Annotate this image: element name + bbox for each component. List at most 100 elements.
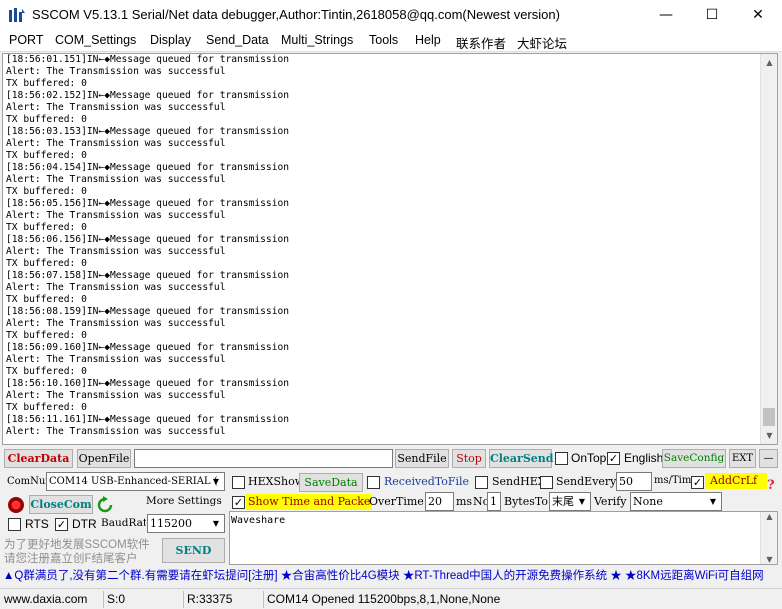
log-line: Alert: The Transmission was successful [6, 282, 226, 293]
log-line: [18:56:02.152]IN←◆Message queued for tra… [6, 90, 290, 101]
ticker-text: ▲Q群满员了,没有第二个群.有需要请在虾坛提问[注册] ★合宙高性价比4G模块 … [3, 570, 764, 582]
title-bar: SSCOM V5.13.1 Serial/Net data debugger,A… [0, 0, 782, 30]
ext-button[interactable]: EXT [729, 449, 756, 468]
scroll-down-icon[interactable]: ▼ [761, 555, 778, 564]
open-file-button[interactable]: OpenFile [77, 449, 131, 468]
comnum-select[interactable]: COM14 USB-Enhanced-SERIAL ( ▼ [46, 472, 225, 491]
chevron-down-icon: ▼ [212, 519, 220, 528]
menu-com-settings[interactable]: COM_Settings [55, 33, 136, 47]
scroll-down-icon[interactable]: ▼ [761, 427, 777, 444]
received-to-file-label: ReceivedToFile [384, 475, 470, 488]
ms-label: ms [456, 495, 473, 508]
log-line: Alert: The Transmission was successful [6, 246, 226, 257]
menu-display[interactable]: Display [150, 33, 191, 47]
baudrate-value: 115200 [150, 517, 192, 530]
app-icon [9, 8, 25, 22]
send-scrollbar[interactable]: ▲ ▼ [760, 512, 777, 564]
hexshow-label: HEXShow [248, 475, 305, 488]
log-text: [18:56:01.151]IN←◆Message queued for tra… [6, 54, 289, 438]
status-sent: S:0 [103, 591, 181, 608]
status-port: COM14 Opened 115200bps,8,1,None,None [263, 591, 779, 608]
refresh-icon[interactable] [97, 496, 113, 514]
rts-label: RTS [25, 517, 49, 531]
rts-checkbox[interactable] [8, 518, 21, 531]
maximize-button[interactable]: ☐ [689, 0, 735, 30]
log-line: Alert: The Transmission was successful [6, 174, 226, 185]
show-time-checkbox[interactable]: ✓ [232, 496, 245, 509]
log-line: Alert: The Transmission was successful [6, 138, 226, 149]
close-com-button[interactable]: CloseCom [29, 495, 93, 514]
status-site[interactable]: www.daxia.com [1, 591, 101, 608]
log-line: TX buffered: 0 [6, 114, 87, 125]
dtr-checkbox[interactable]: ✓ [55, 518, 68, 531]
bytes-to-value: 末尾 [552, 495, 574, 508]
ontop-checkbox[interactable] [555, 452, 568, 465]
sendhex-checkbox[interactable] [475, 476, 488, 489]
add-crlf-label: AddCrLf [705, 473, 767, 489]
verify-select[interactable]: None ▼ [630, 492, 722, 511]
log-scrollbar[interactable]: ▲ ▼ [760, 54, 777, 444]
menu-bar: PORT COM_Settings Display Send_Data Mult… [0, 30, 782, 52]
receive-log[interactable]: [18:56:01.151]IN←◆Message queued for tra… [2, 53, 778, 445]
more-settings-link[interactable]: More Settings [146, 495, 222, 507]
verify-value: None [633, 495, 663, 508]
chevron-down-icon: ▼ [709, 497, 717, 506]
bytes-to-label: BytesTo [504, 495, 548, 508]
received-to-file-checkbox[interactable] [367, 476, 380, 489]
menu-multi-strings[interactable]: Multi_Strings [281, 33, 353, 47]
log-line: Alert: The Transmission was successful [6, 66, 226, 77]
send-every-label: SendEvery: [556, 475, 621, 488]
promo-text[interactable]: 为了更好地发展SSCOM软件 请您注册嘉立创F结尾客户 [4, 538, 150, 566]
news-ticker[interactable]: ▲Q群满员了,没有第二个群.有需要请在虾坛提问[注册] ★合宙高性价比4G模块 … [0, 566, 782, 586]
menu-contact-author[interactable]: 联系作者 [456, 33, 506, 52]
log-line: TX buffered: 0 [6, 258, 87, 269]
collapse-button[interactable]: — [759, 449, 778, 468]
save-config-button[interactable]: SaveConfig [662, 449, 726, 468]
scroll-up-icon[interactable]: ▲ [761, 54, 777, 71]
minimize-button[interactable]: — [643, 0, 689, 30]
file-path-input[interactable] [134, 449, 393, 468]
clear-data-button[interactable]: ClearData [4, 449, 73, 468]
english-checkbox[interactable]: ✓ [607, 452, 620, 465]
close-button[interactable]: ✕ [735, 0, 781, 30]
send-button[interactable]: SEND [162, 538, 225, 563]
menu-help[interactable]: Help [415, 33, 441, 47]
menu-send-data[interactable]: Send_Data [206, 33, 269, 47]
send-file-button[interactable]: SendFile [395, 449, 449, 468]
add-crlf-checkbox[interactable]: ✓ [691, 476, 704, 489]
overtime-input[interactable]: 20 [425, 492, 454, 511]
hexshow-checkbox[interactable] [232, 476, 245, 489]
scroll-thumb[interactable] [763, 408, 775, 426]
log-line: TX buffered: 0 [6, 78, 87, 89]
baudrate-select[interactable]: 115200 ▼ [147, 514, 225, 533]
log-line: Alert: The Transmission was successful [6, 102, 226, 113]
log-line: [18:56:07.158]IN←◆Message queued for tra… [6, 270, 290, 281]
clear-send-button[interactable]: ClearSend [489, 449, 554, 468]
record-icon[interactable] [7, 496, 25, 514]
baudrate-label: BaudRate [101, 517, 146, 529]
no-input[interactable]: 1 [487, 492, 501, 511]
overtime-label: OverTime: [369, 495, 428, 508]
menu-forum[interactable]: 大虾论坛 [517, 33, 567, 52]
log-line: [18:56:05.156]IN←◆Message queued for tra… [6, 198, 290, 209]
help-icon[interactable]: ? [767, 478, 775, 493]
scroll-up-icon[interactable]: ▲ [761, 512, 778, 521]
send-every-checkbox[interactable] [540, 476, 553, 489]
log-line: [18:56:08.159]IN←◆Message queued for tra… [6, 306, 290, 317]
log-line: TX buffered: 0 [6, 294, 87, 305]
sendhex-label: SendHEX [492, 475, 546, 488]
bytes-to-select[interactable]: 末尾 ▼ [549, 492, 591, 511]
stop-button[interactable]: Stop [452, 449, 486, 468]
log-line: [18:56:06.156]IN←◆Message queued for tra… [6, 234, 290, 245]
log-line: [18:56:10.160]IN←◆Message queued for tra… [6, 378, 290, 389]
menu-tools[interactable]: Tools [369, 33, 398, 47]
menu-port[interactable]: PORT [9, 33, 44, 47]
log-line: [18:56:04.154]IN←◆Message queued for tra… [6, 162, 290, 173]
log-line: Alert: The Transmission was successful [6, 426, 226, 437]
send-text-area[interactable]: Waveshare ▲ ▼ [229, 511, 778, 565]
log-line: TX buffered: 0 [6, 186, 87, 197]
log-line: [18:56:09.160]IN←◆Message queued for tra… [6, 342, 290, 353]
send-every-input[interactable]: 50 [616, 472, 652, 491]
save-data-button[interactable]: SaveData [299, 473, 363, 492]
dtr-label: DTR [72, 517, 97, 531]
